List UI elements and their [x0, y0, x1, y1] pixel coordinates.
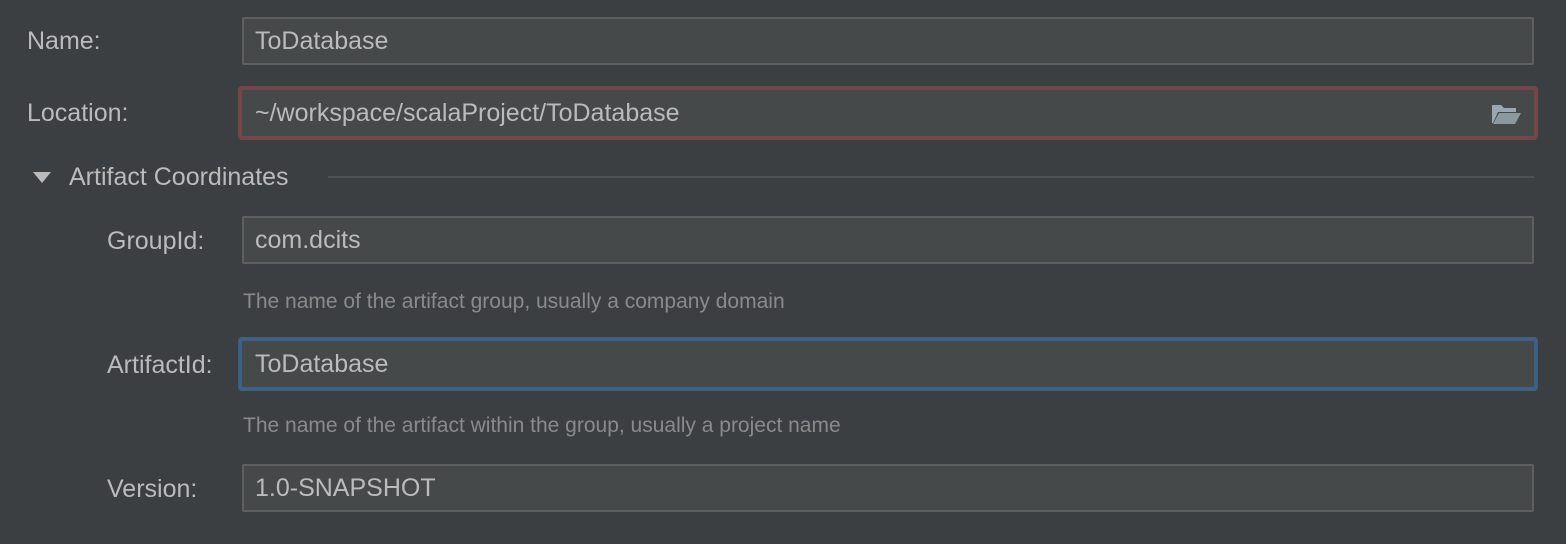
name-input[interactable]: [244, 19, 1532, 63]
location-label: Location:: [27, 99, 129, 127]
version-label: Version:: [107, 475, 198, 503]
artifactid-input[interactable]: [242, 341, 1534, 387]
expand-triangle-icon: [33, 171, 51, 183]
artifactid-field[interactable]: [238, 337, 1538, 391]
artifactid-hint: The name of the artifact within the grou…: [243, 414, 841, 437]
groupid-input[interactable]: [244, 218, 1532, 262]
artifact-coordinates-toggle[interactable]: Artifact Coordinates: [30, 160, 289, 194]
groupid-field[interactable]: [242, 216, 1534, 264]
location-field[interactable]: [238, 86, 1538, 140]
version-input[interactable]: [244, 466, 1532, 510]
version-field[interactable]: [242, 464, 1534, 512]
section-separator: [328, 176, 1534, 178]
artifact-coordinates-title: Artifact Coordinates: [69, 163, 289, 191]
groupid-hint: The name of the artifact group, usually …: [243, 290, 785, 313]
folder-icon: [1492, 105, 1521, 124]
name-field[interactable]: [242, 17, 1534, 65]
location-input[interactable]: [242, 90, 1534, 136]
groupid-label: GroupId:: [107, 227, 205, 255]
artifactid-label: ArtifactId:: [107, 351, 213, 379]
name-label: Name:: [27, 27, 101, 55]
browse-folder-button[interactable]: [1490, 101, 1522, 127]
